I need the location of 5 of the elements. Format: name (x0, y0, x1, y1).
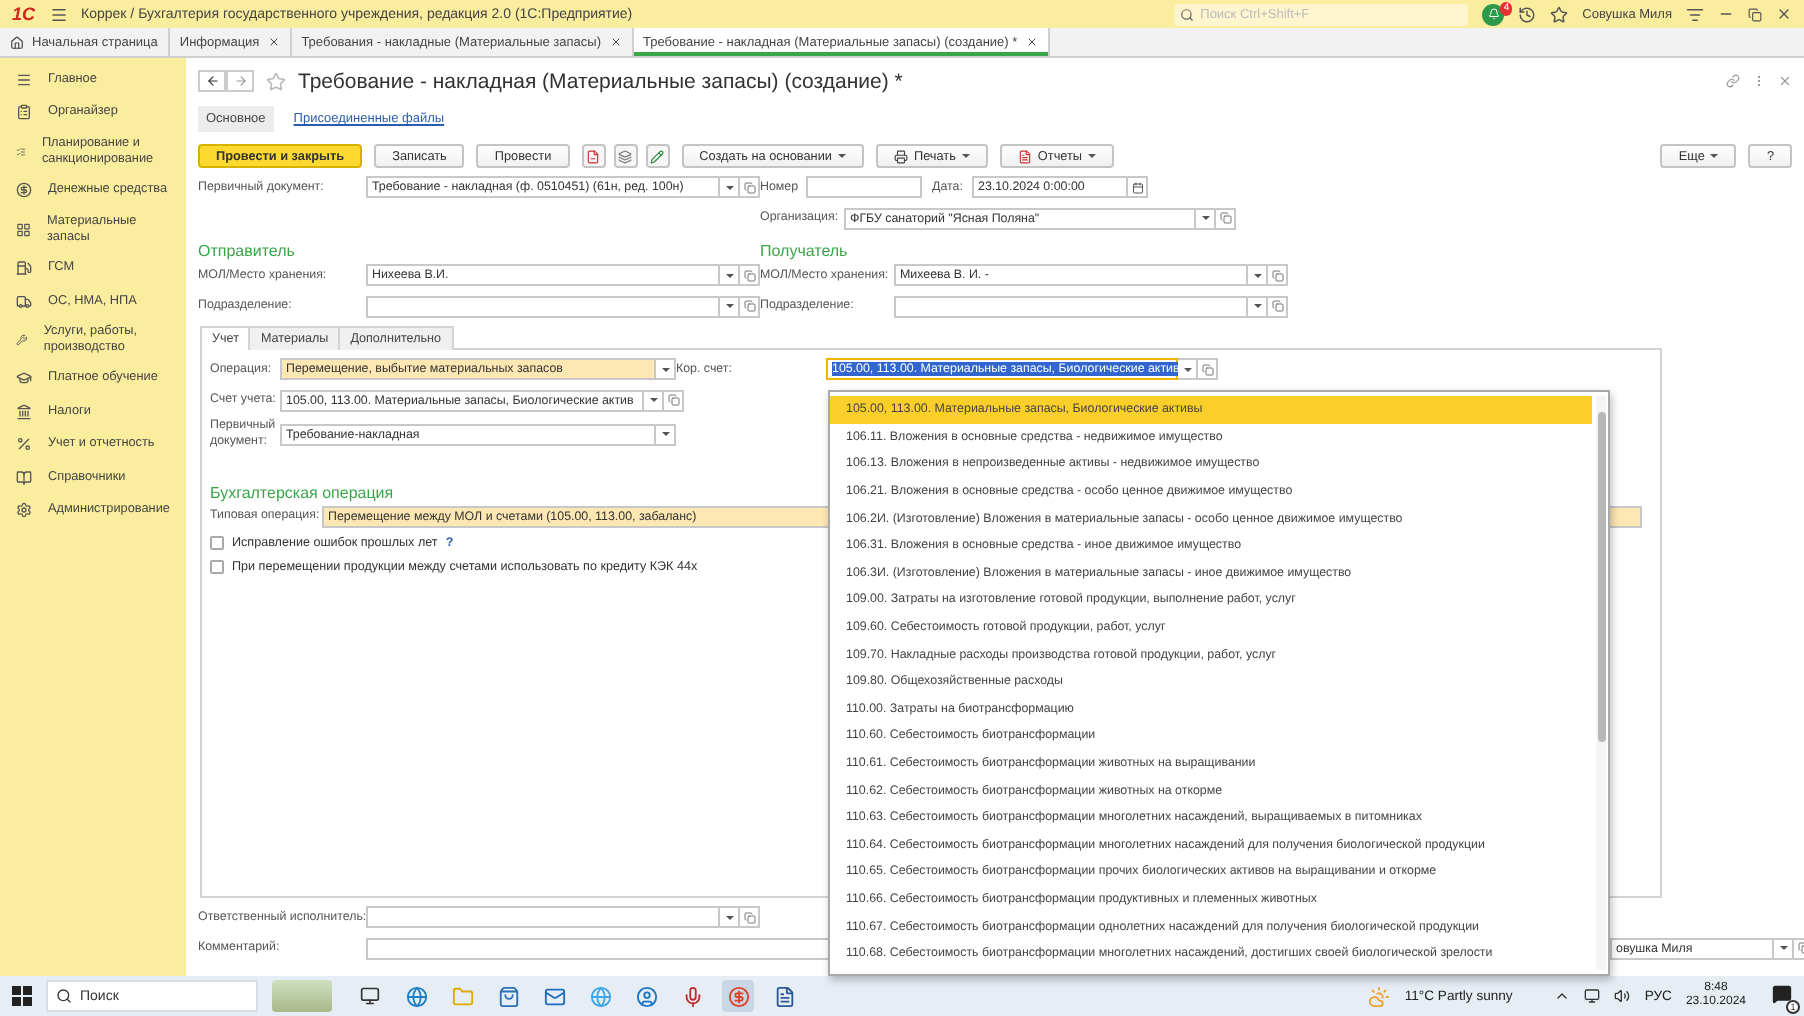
app-logo: 1С (12, 4, 36, 24)
section-heading: Получатель (760, 242, 848, 260)
section-heading: Бухгалтерская операция (210, 484, 394, 502)
section-heading: Отправитель (198, 242, 295, 260)
form-title: Требование - накладная (Материальные запасы) (создание) * (298, 69, 903, 93)
